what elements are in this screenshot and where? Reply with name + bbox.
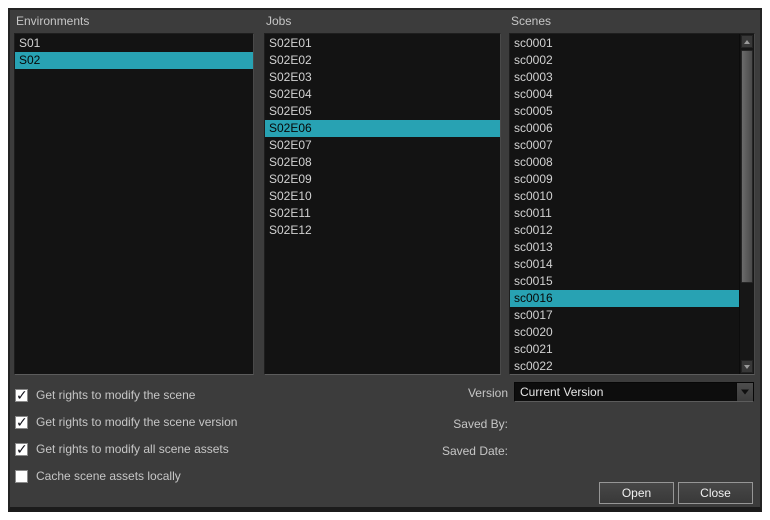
- list-item[interactable]: S02E03: [265, 69, 500, 86]
- list-item[interactable]: sc0012: [510, 222, 739, 239]
- checkbox-modify-all-assets[interactable]: [15, 443, 28, 456]
- scroll-down-icon: [744, 365, 750, 369]
- scroll-down-button[interactable]: [741, 360, 753, 373]
- list-item[interactable]: sc0022: [510, 358, 739, 375]
- list-item[interactable]: sc0002: [510, 52, 739, 69]
- list-item[interactable]: sc0011: [510, 205, 739, 222]
- list-item[interactable]: sc0015: [510, 273, 739, 290]
- checkbox-row-modify-scene[interactable]: Get rights to modify the scene: [15, 387, 195, 403]
- jobs-label: Jobs: [266, 14, 291, 28]
- checkbox-modify-scene[interactable]: [15, 389, 28, 402]
- chevron-down-icon: [741, 390, 749, 395]
- scenes-label: Scenes: [511, 14, 551, 28]
- list-item[interactable]: sc0014: [510, 256, 739, 273]
- jobs-list[interactable]: S02E01S02E02S02E03S02E04S02E05S02E06S02E…: [264, 33, 501, 375]
- checkbox-modify-scene-version[interactable]: [15, 416, 28, 429]
- list-item[interactable]: S02E07: [265, 137, 500, 154]
- scroll-up-icon: [744, 40, 750, 44]
- checkbox-row-modify-scene-version[interactable]: Get rights to modify the scene version: [15, 414, 237, 430]
- list-item[interactable]: sc0003: [510, 69, 739, 86]
- list-item[interactable]: sc0017: [510, 307, 739, 324]
- scenes-scrollbar[interactable]: [739, 34, 754, 374]
- list-item[interactable]: S02E05: [265, 103, 500, 120]
- list-item[interactable]: S02E11: [265, 205, 500, 222]
- list-item[interactable]: sc0007: [510, 137, 739, 154]
- saved-date-label: Saved Date:: [388, 444, 508, 458]
- close-button[interactable]: Close: [678, 482, 753, 504]
- scenes-list[interactable]: sc0001sc0002sc0003sc0004sc0005sc0006sc00…: [509, 33, 755, 375]
- list-item[interactable]: sc0004: [510, 86, 739, 103]
- list-item[interactable]: sc0006: [510, 120, 739, 137]
- list-item[interactable]: S02E02: [265, 52, 500, 69]
- list-item[interactable]: sc0010: [510, 188, 739, 205]
- checkbox-label: Get rights to modify the scene: [36, 388, 195, 402]
- scenes-rows: sc0001sc0002sc0003sc0004sc0005sc0006sc00…: [510, 35, 739, 375]
- list-item[interactable]: sc0020: [510, 324, 739, 341]
- list-item[interactable]: S02E08: [265, 154, 500, 171]
- open-button[interactable]: Open: [599, 482, 674, 504]
- scrollbar-thumb[interactable]: [741, 50, 753, 283]
- environments-list[interactable]: S01S02: [14, 33, 254, 375]
- scroll-up-button[interactable]: [741, 35, 753, 48]
- list-item[interactable]: S01: [15, 35, 253, 52]
- list-item[interactable]: S02E04: [265, 86, 500, 103]
- saved-by-label: Saved By:: [388, 417, 508, 431]
- checkbox-cache-assets[interactable]: [15, 470, 28, 483]
- list-item[interactable]: sc0005: [510, 103, 739, 120]
- list-item[interactable]: S02E10: [265, 188, 500, 205]
- jobs-rows: S02E01S02E02S02E03S02E04S02E05S02E06S02E…: [265, 35, 500, 239]
- list-item[interactable]: sc0008: [510, 154, 739, 171]
- environments-label: Environments: [16, 14, 89, 28]
- list-item[interactable]: sc0009: [510, 171, 739, 188]
- list-item[interactable]: sc0001: [510, 35, 739, 52]
- open-scene-dialog: Environments S01S02 Jobs S02E01S02E02S02…: [8, 8, 762, 512]
- list-item[interactable]: S02E01: [265, 35, 500, 52]
- version-value: Current Version: [520, 385, 603, 399]
- checkbox-label: Get rights to modify the scene version: [36, 415, 237, 429]
- list-item[interactable]: sc0016: [510, 290, 739, 307]
- list-item[interactable]: S02E09: [265, 171, 500, 188]
- list-item[interactable]: S02E06: [265, 120, 500, 137]
- version-label: Version: [388, 386, 508, 400]
- list-item[interactable]: S02E12: [265, 222, 500, 239]
- dropdown-arrow-button[interactable]: [736, 383, 753, 401]
- checkbox-label: Cache scene assets locally: [36, 469, 181, 483]
- checkbox-label: Get rights to modify all scene assets: [36, 442, 229, 456]
- list-item[interactable]: S02: [15, 52, 253, 69]
- environments-rows: S01S02: [15, 35, 253, 69]
- list-item[interactable]: sc0021: [510, 341, 739, 358]
- list-item[interactable]: sc0013: [510, 239, 739, 256]
- version-dropdown[interactable]: Current Version: [514, 382, 754, 402]
- checkbox-row-modify-all-assets[interactable]: Get rights to modify all scene assets: [15, 441, 229, 457]
- checkbox-row-cache-assets[interactable]: Cache scene assets locally: [15, 468, 181, 484]
